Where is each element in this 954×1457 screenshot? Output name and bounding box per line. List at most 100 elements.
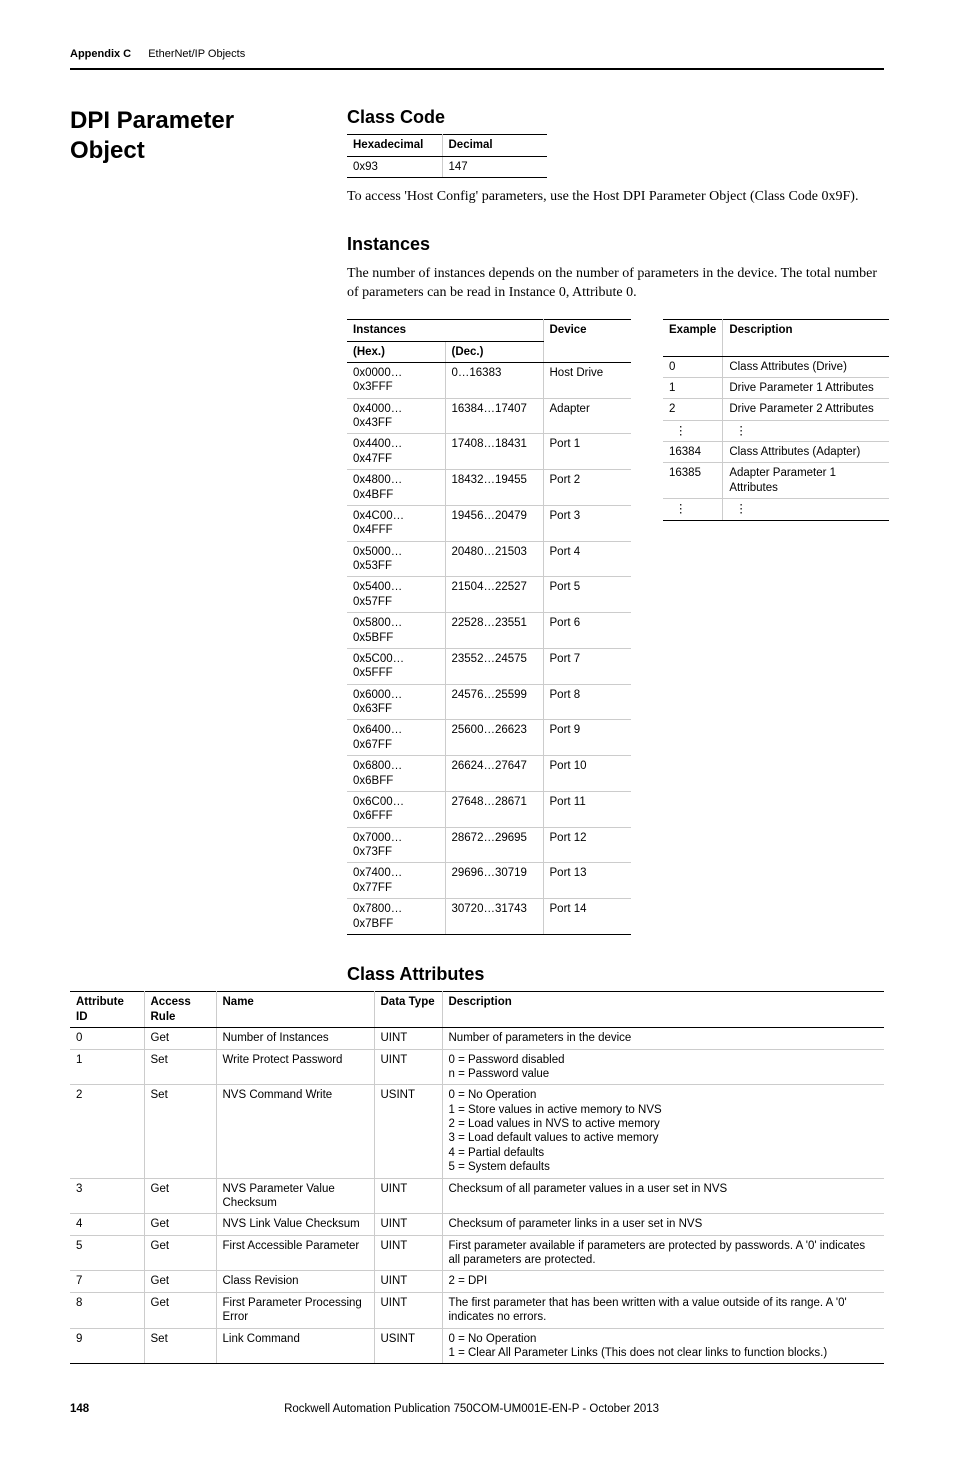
cell-device: Port 13 (543, 863, 631, 899)
table-row: 0x6800…0x6BFF26624…27647Port 10 (347, 756, 631, 792)
table-row: 0x4C00…0x4FFF19456…20479Port 3 (347, 505, 631, 541)
cell-example: ⋮ (663, 499, 723, 520)
cell-name: NVS Command Write (216, 1085, 374, 1178)
cell-device: Port 9 (543, 720, 631, 756)
cell-data-type: USINT (374, 1085, 442, 1178)
table-row: 4GetNVS Link Value ChecksumUINTChecksum … (70, 1214, 884, 1235)
desc-line: 5 = System defaults (449, 1160, 879, 1174)
cell-hex: 0x0000…0x3FFF (347, 362, 445, 398)
cell-desc: Adapter Parameter 1 Attributes (723, 463, 889, 499)
th-example-desc: Description (723, 320, 889, 356)
cell-hex: 0x6800…0x6BFF (347, 756, 445, 792)
table-row: 0x4000…0x43FF16384…17407Adapter (347, 398, 631, 434)
chapter-label: EtherNet/IP Objects (148, 48, 245, 60)
cell-access-rule: Get (144, 1235, 216, 1271)
top-block: DPI Parameter Object Class Code Hexadeci… (70, 106, 884, 935)
cell-name: Link Command (216, 1328, 374, 1364)
cell-hex: 0x4800…0x4BFF (347, 470, 445, 506)
desc-line: 3 = Load default values to active memory (449, 1131, 879, 1145)
cell-description: 0 = No Operation1 = Clear All Parameter … (442, 1328, 884, 1364)
cell-description: Checksum of parameter links in a user se… (442, 1214, 884, 1235)
desc-line: Number of parameters in the device (449, 1031, 879, 1045)
cell-name: NVS Parameter Value Checksum (216, 1178, 374, 1214)
cell-attr-id: 9 (70, 1328, 144, 1364)
th-name: Name (216, 992, 374, 1028)
instances-heading: Instances (347, 233, 889, 256)
table-row: 0x6400…0x67FF25600…26623Port 9 (347, 720, 631, 756)
cell-attr-id: 1 (70, 1049, 144, 1085)
table-row: 8GetFirst Parameter Processing ErrorUINT… (70, 1292, 884, 1328)
page-number: 148 (70, 1402, 89, 1416)
table-row: 0GetNumber of InstancesUINTNumber of par… (70, 1028, 884, 1049)
cell-access-rule: Get (144, 1178, 216, 1214)
desc-line: 0 = No Operation (449, 1088, 879, 1102)
cell-dec: 21504…22527 (445, 577, 543, 613)
cell-attr-id: 3 (70, 1178, 144, 1214)
class-attributes-heading-wrap: Class Attributes (347, 963, 884, 986)
cell-description: Checksum of all parameter values in a us… (442, 1178, 884, 1214)
table-row: 0x6000…0x63FF24576…25599Port 8 (347, 684, 631, 720)
cell-access-rule: Set (144, 1049, 216, 1085)
th-description: Description (442, 992, 884, 1028)
table-row: 16385Adapter Parameter 1 Attributes (663, 463, 889, 499)
cell-dec: 23552…24575 (445, 648, 543, 684)
table-row: 0x6C00…0x6FFF27648…28671Port 11 (347, 791, 631, 827)
cell-device: Port 3 (543, 505, 631, 541)
table-row: 0x4400…0x47FF17408…18431Port 1 (347, 434, 631, 470)
table-row: 0x7800…0x7BFF30720…31743Port 14 (347, 899, 631, 935)
instances-tables-wrap: Instances Device (Hex.) (Dec.) 0x0000…0x… (347, 319, 889, 935)
cell-access-rule: Get (144, 1028, 216, 1049)
table-row: 1Drive Parameter 1 Attributes (663, 377, 889, 398)
example-table: Example Description 0Class Attributes (D… (663, 319, 889, 520)
cell-dec: 24576…25599 (445, 684, 543, 720)
cell-data-type: UINT (374, 1049, 442, 1085)
th-data-type: Data Type (374, 992, 442, 1028)
cell-hex: 0x7400…0x77FF (347, 863, 445, 899)
cell-device: Port 5 (543, 577, 631, 613)
running-header: Appendix C EtherNet/IP Objects (70, 48, 884, 62)
table-row: 0x5400…0x57FF21504…22527Port 5 (347, 577, 631, 613)
cell-hex: 0x4400…0x47FF (347, 434, 445, 470)
table-row: 1SetWrite Protect PasswordUINT0 = Passwo… (70, 1049, 884, 1085)
th-dec: Decimal (442, 135, 547, 156)
th-hex: Hexadecimal (347, 135, 442, 156)
cell-desc: Drive Parameter 1 Attributes (723, 377, 889, 398)
cell-dec: 16384…17407 (445, 398, 543, 434)
desc-line: 1 = Clear All Parameter Links (This does… (449, 1346, 879, 1360)
cell-dec: 19456…20479 (445, 505, 543, 541)
cell-device: Port 7 (543, 648, 631, 684)
cell-hex: 0x4000…0x43FF (347, 398, 445, 434)
cell-device: Host Drive (543, 362, 631, 398)
cell-data-type: UINT (374, 1178, 442, 1214)
table-row: ⋮⋮ (663, 499, 889, 520)
th-example: Example (663, 320, 723, 356)
cell-hex: 0x7000…0x73FF (347, 827, 445, 863)
cell-attr-id: 8 (70, 1292, 144, 1328)
cell-attr-id: 4 (70, 1214, 144, 1235)
cell-access-rule: Set (144, 1328, 216, 1364)
cell-hex: 0x5000…0x53FF (347, 541, 445, 577)
cell-dec: 20480…21503 (445, 541, 543, 577)
page-footer: 148 Rockwell Automation Publication 750C… (70, 1402, 884, 1416)
cell-description: 2 = DPI (442, 1271, 884, 1292)
class-attributes-table: Attribute ID Access Rule Name Data Type … (70, 991, 884, 1364)
cell-data-type: UINT (374, 1028, 442, 1049)
cell-example: 16384 (663, 442, 723, 463)
desc-line: First parameter available if parameters … (449, 1239, 879, 1268)
cell-hex: 0x4C00…0x4FFF (347, 505, 445, 541)
cell-description: First parameter available if parameters … (442, 1235, 884, 1271)
cell-data-type: USINT (374, 1328, 442, 1364)
table-row: 0x5C00…0x5FFF23552…24575Port 7 (347, 648, 631, 684)
cell-attr-id: 5 (70, 1235, 144, 1271)
table-row: 0x0000…0x3FFF0…16383Host Drive (347, 362, 631, 398)
table-row: 2Drive Parameter 2 Attributes (663, 399, 889, 420)
cell-device: Port 8 (543, 684, 631, 720)
table-row: 0x7000…0x73FF28672…29695Port 12 (347, 827, 631, 863)
table-row: 0x93 147 (347, 156, 547, 177)
cell-device: Port 14 (543, 899, 631, 935)
cell-device: Port 2 (543, 470, 631, 506)
cell-description: Number of parameters in the device (442, 1028, 884, 1049)
desc-line: n = Password value (449, 1067, 879, 1081)
cell-hex: 0x5400…0x57FF (347, 577, 445, 613)
cell-desc: ⋮ (723, 420, 889, 441)
